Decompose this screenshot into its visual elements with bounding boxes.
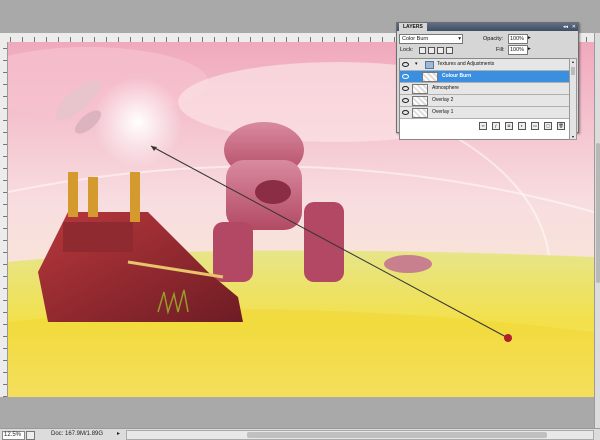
ruler-tick xyxy=(3,72,7,73)
new-layer-icon[interactable]: ▢ xyxy=(544,122,552,130)
layer-row[interactable]: Atmosphere xyxy=(400,83,569,95)
ruler-tick xyxy=(3,192,7,193)
new-group-icon[interactable]: ▭ xyxy=(531,122,539,130)
ruler-tick xyxy=(3,96,7,97)
layer-row-selected[interactable]: Colour Burn xyxy=(400,71,569,83)
lock-position-icon[interactable] xyxy=(437,47,444,54)
ruler-tick xyxy=(3,324,7,325)
link-layers-icon[interactable]: ∞ xyxy=(479,122,487,130)
ruler-tick xyxy=(3,372,7,373)
lock-transparent-icon[interactable] xyxy=(419,47,426,54)
ruler-tick xyxy=(3,60,7,61)
ruler-tick xyxy=(3,216,7,217)
expand-triangle-icon[interactable]: ▾ xyxy=(415,61,418,67)
layer-row[interactable]: Overlay 1 xyxy=(400,107,569,119)
opacity-label: Opacity: xyxy=(483,36,504,42)
fill-slider-arrow-icon[interactable]: ▸ xyxy=(528,45,531,54)
document-size-text: Doc: 167.9M/1.89G xyxy=(51,431,104,437)
ruler-tick xyxy=(3,84,7,85)
folder-icon xyxy=(425,61,434,69)
layer-name: Overlay 2 xyxy=(432,97,454,103)
ruler-tick xyxy=(3,384,7,385)
ruler-tick xyxy=(3,288,7,289)
ruler-tick xyxy=(3,264,7,265)
ruler-tick xyxy=(3,360,7,361)
ruler-tick xyxy=(3,228,7,229)
layer-name: Colour Burn xyxy=(442,73,472,79)
layers-panel: LAYERS ◂◂ ✕ Color Burn ▾ Opacity: 100% ▸… xyxy=(396,22,579,140)
ruler-tick xyxy=(3,144,7,145)
status-menu-arrow-icon[interactable]: ▸ xyxy=(117,431,120,438)
ruler-tick xyxy=(3,312,7,313)
layer-thumbnail xyxy=(412,84,428,94)
trash-icon[interactable]: 🗑 xyxy=(557,122,565,130)
ruler-tick xyxy=(3,132,7,133)
status-bar: 12.5% Doc: 167.9M/1.89G ▸ xyxy=(0,428,600,440)
fill-label: Fill: xyxy=(496,47,505,53)
scroll-thumb[interactable] xyxy=(596,143,600,283)
panel-titlebar[interactable]: LAYERS ◂◂ ✕ xyxy=(397,23,578,31)
layer-thumbnail xyxy=(422,72,438,82)
ruler-tick xyxy=(3,156,7,157)
chevron-down-icon: ▾ xyxy=(458,36,461,42)
ruler-tick xyxy=(3,396,7,397)
fill-field[interactable]: 100% xyxy=(508,45,528,55)
scroll-thumb[interactable] xyxy=(571,67,575,75)
ruler-tick xyxy=(3,252,7,253)
layer-name: Textures and Adjustments xyxy=(437,61,495,67)
lock-all-icon[interactable] xyxy=(446,47,453,54)
visibility-eye-icon[interactable] xyxy=(402,86,409,91)
layers-tab[interactable]: LAYERS xyxy=(399,23,427,31)
ruler-tick xyxy=(3,120,7,121)
ruler-tick xyxy=(3,240,7,241)
layer-row-group[interactable]: ▾ Textures and Adjustments xyxy=(400,59,569,71)
ruler-tick xyxy=(3,336,7,337)
blend-mode-select[interactable]: Color Burn ▾ xyxy=(399,34,463,44)
opacity-slider-arrow-icon[interactable]: ▸ xyxy=(528,34,531,43)
adjustment-layer-icon[interactable]: ◐ xyxy=(518,122,526,130)
add-mask-icon[interactable]: ◘ xyxy=(505,122,513,130)
visibility-eye-icon[interactable] xyxy=(402,74,409,79)
collapse-icon[interactable]: ◂◂ xyxy=(563,23,568,31)
ruler-tick xyxy=(3,300,7,301)
layer-thumbnail xyxy=(412,108,428,118)
layer-name: Overlay 1 xyxy=(432,109,454,115)
blend-mode-value: Color Burn xyxy=(402,36,429,42)
scroll-up-icon[interactable]: ▴ xyxy=(570,59,576,64)
ruler-tick xyxy=(3,48,7,49)
visibility-eye-icon[interactable] xyxy=(402,98,409,103)
lock-label: Lock: xyxy=(400,47,414,53)
ruler-tick xyxy=(3,348,7,349)
layer-row[interactable]: Overlay 2 xyxy=(400,95,569,107)
lock-image-icon[interactable] xyxy=(428,47,435,54)
ruler-tick xyxy=(3,108,7,109)
visibility-eye-icon[interactable] xyxy=(402,110,409,115)
blend-row: Color Burn ▾ Opacity: 100% ▸ xyxy=(399,34,575,44)
vertical-ruler[interactable] xyxy=(0,42,8,397)
visibility-eye-icon[interactable] xyxy=(402,62,409,67)
layer-thumbnail xyxy=(412,96,428,106)
ruler-tick xyxy=(3,276,7,277)
layer-name: Atmosphere xyxy=(432,85,459,91)
ruler-tick xyxy=(3,204,7,205)
canvas-vertical-scrollbar[interactable] xyxy=(594,33,600,428)
layer-style-icon[interactable]: ƒ xyxy=(492,122,500,130)
lock-row: Lock: Fill: 100% ▸ xyxy=(399,45,575,55)
opacity-field[interactable]: 100% xyxy=(508,34,528,44)
scroll-thumb[interactable] xyxy=(247,432,547,438)
close-icon[interactable]: ✕ xyxy=(572,23,576,31)
ruler-tick xyxy=(3,168,7,169)
scroll-down-icon[interactable]: ▾ xyxy=(570,134,576,139)
ruler-tick xyxy=(3,180,7,181)
layers-footer: ∞ ƒ ◘ ◐ ▭ ▢ 🗑 xyxy=(399,121,575,130)
